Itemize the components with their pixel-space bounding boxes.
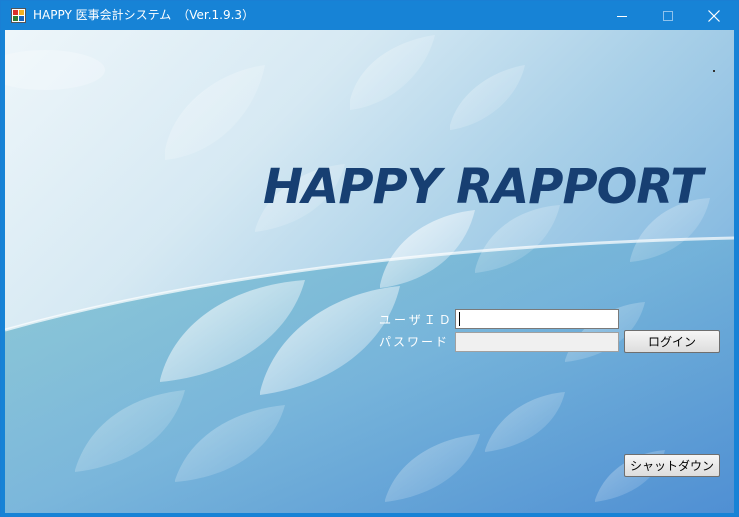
minimize-button[interactable] — [599, 1, 645, 30]
brand-logo-text: HAPPY RAPPORT — [263, 159, 703, 215]
maximize-button[interactable] — [645, 1, 691, 30]
background-artwork — [5, 35, 734, 513]
login-panel: HAPPY RAPPORT ユーザＩＤ パスワード ログイン シャットダウン — [5, 30, 734, 513]
window-title: HAPPY 医事会計システム （Ver.1.9.3） — [33, 8, 255, 22]
maximize-icon — [663, 10, 673, 21]
minimize-icon — [617, 15, 627, 17]
user-id-input[interactable] — [455, 309, 619, 329]
password-input[interactable] — [455, 332, 619, 352]
app-icon[interactable] — [11, 8, 26, 23]
close-button[interactable] — [691, 1, 737, 30]
decorative-dot — [713, 70, 715, 72]
app-window: HAPPY 医事会計システム （Ver.1.9.3） HAPPY RAPPORT… — [0, 0, 739, 517]
user-id-label: ユーザＩＤ — [379, 313, 454, 327]
password-label: パスワード — [379, 335, 450, 349]
close-icon — [708, 9, 720, 22]
shutdown-button[interactable]: シャットダウン — [624, 454, 720, 477]
login-button[interactable]: ログイン — [624, 330, 720, 353]
text-caret — [459, 312, 460, 326]
title-bar[interactable]: HAPPY 医事会計システム （Ver.1.9.3） — [1, 1, 738, 30]
